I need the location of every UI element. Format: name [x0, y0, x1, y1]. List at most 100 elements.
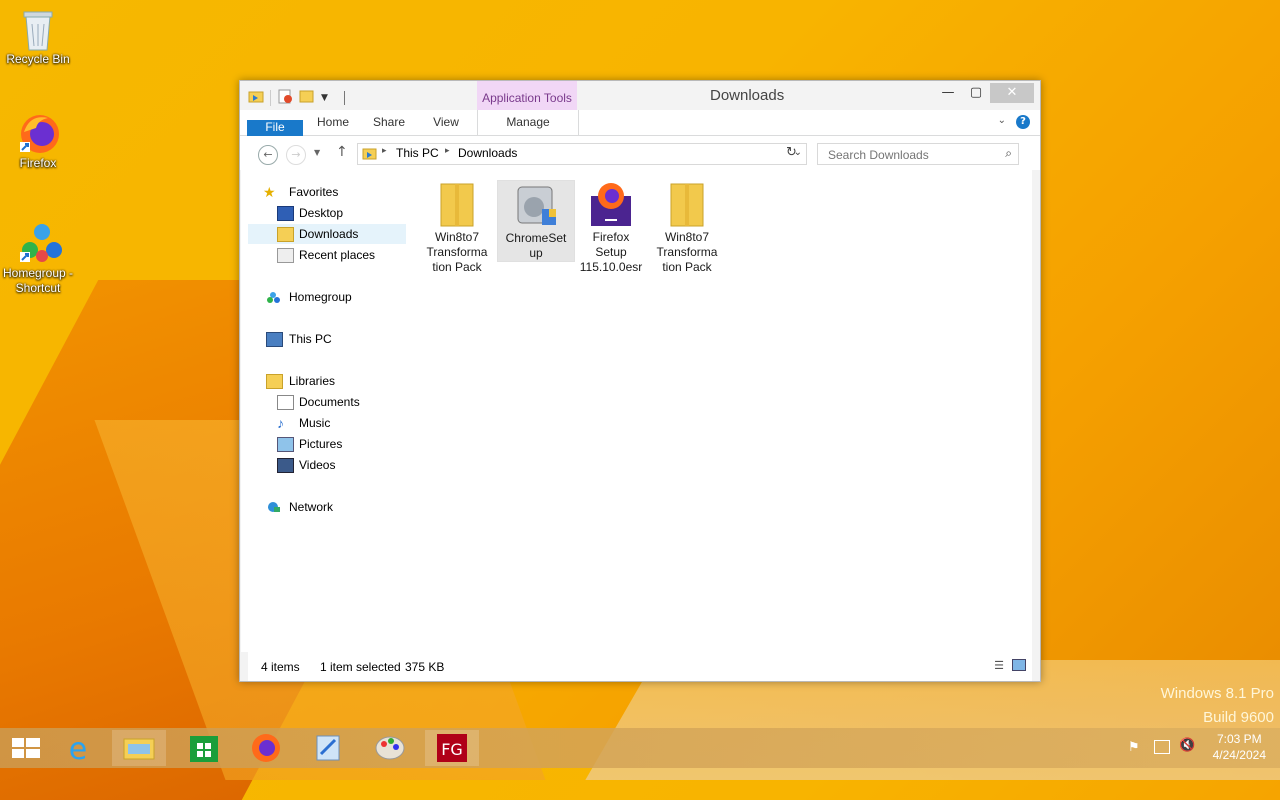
up-button[interactable]: ↑: [336, 144, 348, 160]
tab-manage[interactable]: Manage: [477, 110, 579, 135]
help-icon[interactable]: ?: [1016, 115, 1030, 129]
ribbon-tabs: File Home Share View Manage ⌄ ?: [240, 110, 1040, 145]
explorer-window: ▼ Application Tools Downloads — ▢ ✕ File…: [239, 80, 1041, 682]
divider: [270, 89, 271, 106]
start-button[interactable]: [0, 730, 54, 766]
svg-text:FG: FG: [441, 740, 463, 759]
address-bar[interactable]: ▸ This PC ▸ Downloads ⌄: [357, 143, 807, 165]
nav-downloads[interactable]: Downloads: [248, 224, 406, 244]
search-input[interactable]: [826, 145, 1000, 165]
file-list: Win8to7 Transforma tion Pack ChromeSet u…: [421, 170, 1032, 652]
system-clock[interactable]: 7:03 PM 4/24/2024: [1213, 731, 1266, 763]
desktop-icon-recycle-bin[interactable]: Recycle Bin: [0, 8, 76, 67]
nav-this-pc[interactable]: This PC: [263, 329, 332, 349]
star-icon: ★: [263, 184, 276, 200]
details-view-icon[interactable]: ☰: [994, 659, 1004, 672]
homegroup-icon: [266, 290, 281, 303]
navigation-pane: ★ Favorites Desktop Downloads Recent pla…: [241, 170, 406, 652]
new-folder-icon[interactable]: [299, 89, 315, 106]
breadcrumb-separator: ▸: [445, 146, 450, 156]
back-button[interactable]: ←: [258, 145, 278, 165]
status-bar: 4 items 1 item selected 375 KB ☰: [248, 652, 1032, 681]
app-icon[interactable]: [301, 730, 355, 766]
svg-text:e: e: [69, 732, 87, 766]
music-icon: ♪: [277, 415, 284, 431]
volume-muted-icon[interactable]: 🔇: [1179, 738, 1195, 753]
file-item[interactable]: Win8to7 Transforma tion Pack: [649, 180, 725, 275]
file-explorer-icon[interactable]: [112, 730, 166, 766]
zip-folder-icon: [433, 180, 481, 228]
nav-desktop[interactable]: Desktop: [273, 203, 343, 223]
network-tray-icon[interactable]: [1154, 740, 1170, 754]
properties-icon[interactable]: [277, 88, 293, 107]
installer-icon: [512, 181, 560, 229]
libraries-icon: [266, 374, 283, 389]
desktop-icon-label: Firefox: [19, 156, 57, 170]
store-icon[interactable]: [177, 730, 231, 766]
recycle-bin-icon: [18, 8, 58, 51]
refresh-icon[interactable]: ↻: [786, 145, 797, 160]
firefox-installer-icon: [587, 180, 635, 228]
desktop-icon-firefox[interactable]: Firefox: [0, 112, 76, 171]
file-item[interactable]: Firefox Setup 115.10.0esr: [573, 180, 649, 275]
taskbar: e FG ⚑ 🔇 7:03 PM 4/24/2024: [0, 728, 1280, 768]
internet-explorer-icon[interactable]: e: [51, 730, 105, 767]
forward-button[interactable]: →: [286, 145, 306, 165]
computer-icon: [266, 332, 283, 347]
downloads-folder-icon: [277, 227, 294, 242]
title-bar[interactable]: ▼ Application Tools Downloads — ▢ ✕: [240, 81, 1040, 110]
nav-network[interactable]: Network: [263, 497, 333, 517]
zip-folder-icon: [663, 180, 711, 228]
homegroup-icon: [18, 222, 62, 262]
network-icon: [266, 500, 281, 513]
nav-homegroup[interactable]: Homegroup: [263, 287, 352, 307]
nav-recent-places[interactable]: Recent places: [273, 245, 375, 265]
status-selected: 1 item selected: [320, 660, 401, 674]
paint-icon[interactable]: [363, 730, 417, 766]
status-item-count: 4 items: [261, 660, 300, 674]
nav-libraries[interactable]: Libraries: [263, 371, 335, 391]
nav-documents[interactable]: Documents: [273, 392, 360, 412]
desktop-icon-label: Recycle Bin: [6, 52, 70, 66]
pc-folder-icon: [362, 146, 378, 163]
large-icons-view-icon[interactable]: [1012, 659, 1026, 671]
status-size: 375 KB: [405, 660, 445, 674]
pictures-icon: [277, 437, 294, 452]
tab-share[interactable]: Share: [366, 110, 412, 135]
nav-videos[interactable]: Videos: [273, 455, 335, 475]
windows-version-watermark: Windows 8.1 Pro Build 9600: [1160, 685, 1274, 726]
file-item-selected[interactable]: ChromeSet up: [497, 180, 575, 262]
recent-places-icon: [277, 248, 294, 263]
search-icon[interactable]: ⌕: [1005, 146, 1012, 161]
recent-locations-icon[interactable]: ▼: [314, 148, 320, 157]
action-center-flag-icon[interactable]: ⚑: [1128, 740, 1140, 755]
minimize-button[interactable]: —: [934, 83, 962, 103]
nav-favorites[interactable]: ★ Favorites: [263, 182, 338, 202]
breadcrumb-this-pc[interactable]: This PC: [396, 146, 439, 160]
nav-music[interactable]: ♪ Music: [273, 413, 330, 433]
app-window-icon[interactable]: FG: [425, 730, 479, 766]
tab-home[interactable]: Home: [310, 110, 356, 135]
content-area: ★ Favorites Desktop Downloads Recent pla…: [241, 170, 1032, 652]
tab-view[interactable]: View: [424, 110, 468, 135]
folder-icon[interactable]: [248, 89, 264, 106]
address-toolbar: ← → ▼ ↑ ▸ This PC ▸ Downloads ⌄ ↻ ⌕: [240, 136, 1040, 170]
breadcrumb-separator: ▸: [382, 146, 387, 156]
divider: [343, 90, 345, 105]
desktop-icon: [277, 206, 294, 221]
desktop-icon-homegroup[interactable]: Homegroup - Shortcut: [0, 222, 76, 296]
nav-pictures[interactable]: Pictures: [273, 434, 342, 454]
expand-ribbon-icon[interactable]: ⌄: [998, 115, 1006, 126]
firefox-taskbar-icon[interactable]: [239, 730, 293, 766]
file-item[interactable]: Win8to7 Transforma tion Pack: [419, 180, 495, 275]
firefox-icon: [18, 112, 59, 153]
close-button[interactable]: ✕: [990, 83, 1034, 103]
context-tab-application-tools: Application Tools: [477, 81, 577, 110]
maximize-button[interactable]: ▢: [962, 83, 990, 103]
search-box[interactable]: ⌕: [817, 143, 1019, 165]
videos-icon: [277, 458, 294, 473]
quick-access-toolbar: ▼: [248, 88, 345, 107]
customize-qat-icon[interactable]: ▼: [321, 93, 328, 103]
documents-icon: [277, 395, 294, 410]
breadcrumb-downloads[interactable]: Downloads: [458, 146, 517, 160]
